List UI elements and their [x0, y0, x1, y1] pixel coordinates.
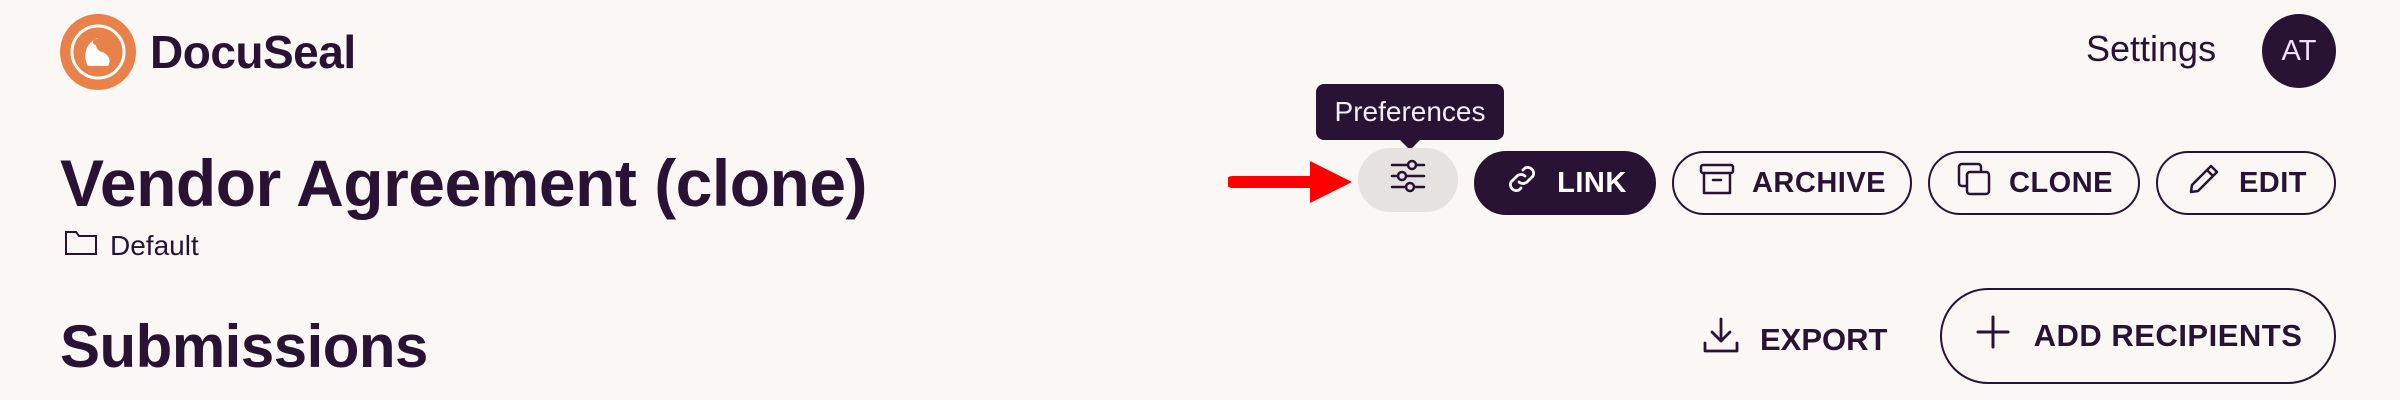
plus-icon: [1974, 313, 2012, 359]
clone-button[interactable]: CLONE: [1928, 151, 2140, 215]
avatar[interactable]: AT: [2262, 14, 2336, 88]
archive-button[interactable]: ARCHIVE: [1672, 151, 1912, 215]
edit-button-label: EDIT: [2238, 166, 2308, 199]
pencil-icon: [2185, 160, 2223, 206]
link-icon: [1503, 160, 1541, 206]
export-button[interactable]: EXPORT: [1700, 308, 1887, 372]
logo-text: DocuSeal: [150, 26, 356, 78]
edit-button[interactable]: EDIT: [2156, 151, 2336, 215]
add-recipients-button-label: ADD RECIPIENTS: [2033, 318, 2303, 353]
docuseal-logo[interactable]: DocuSeal: [60, 14, 356, 90]
page-title: Vendor Agreement (clone): [60, 146, 868, 220]
clone-button-label: CLONE: [2009, 166, 2113, 199]
link-button[interactable]: LINK: [1474, 151, 1656, 215]
archive-icon: [1698, 160, 1736, 206]
folder-icon: [64, 228, 98, 263]
link-button-label: LINK: [1557, 166, 1627, 199]
preferences-button[interactable]: [1358, 148, 1458, 212]
settings-link[interactable]: Settings: [2086, 28, 2216, 70]
clone-icon: [1955, 160, 1993, 206]
red-arrow-annotation: [1226, 157, 1356, 212]
folder-name: Default: [110, 229, 199, 261]
add-recipients-button[interactable]: ADD RECIPIENTS: [1940, 288, 2336, 384]
archive-button-label: ARCHIVE: [1751, 166, 1886, 199]
export-button-label: EXPORT: [1760, 322, 1888, 357]
folder-breadcrumb[interactable]: Default: [64, 228, 199, 263]
sliders-icon: [1388, 156, 1428, 204]
docuseal-logo-icon: [60, 14, 136, 90]
submissions-heading: Submissions: [60, 313, 428, 380]
download-icon: [1700, 315, 1742, 365]
preferences-tooltip: Preferences: [1316, 84, 1504, 140]
